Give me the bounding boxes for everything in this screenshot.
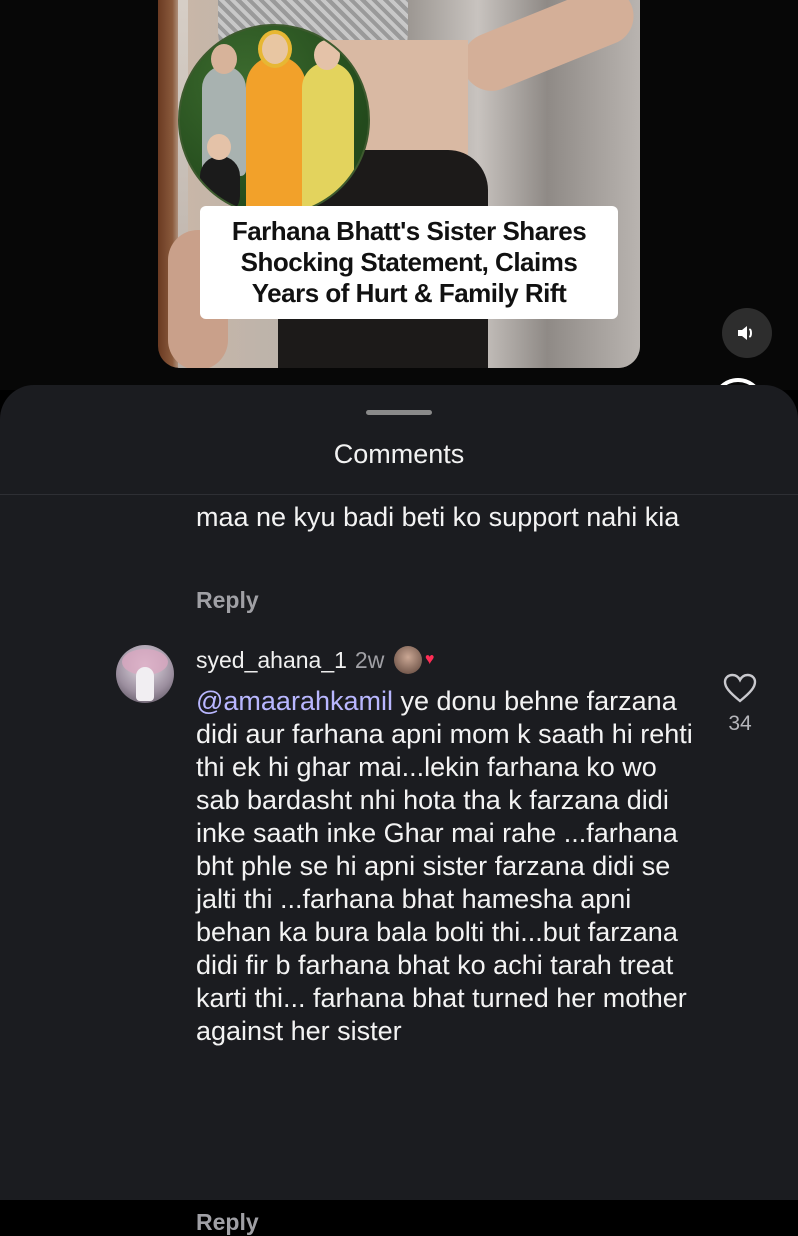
- reply-button[interactable]: Reply: [196, 587, 259, 614]
- comment-text: maa ne kyu badi beti ko support nahi kia: [196, 502, 680, 532]
- comments-sheet: Comments maa ne kyu badi beti ko support…: [0, 385, 798, 1235]
- like-control[interactable]: 34: [716, 673, 764, 736]
- mention-link[interactable]: @amaarahkamil: [196, 686, 393, 716]
- sound-toggle-button[interactable]: [722, 308, 772, 358]
- family-photo-head: [314, 40, 340, 70]
- comment-text: ye donu behne farzana didi aur farhana a…: [196, 686, 693, 1046]
- family-photo-head: [262, 34, 288, 64]
- post-thumbnail[interactable]: Farhana Bhatt's Sister Shares Shocking S…: [158, 0, 640, 368]
- heart-filled-icon: ♥: [424, 651, 435, 668]
- post-caption-overlay: Farhana Bhatt's Sister Shares Shocking S…: [200, 206, 618, 319]
- avatar[interactable]: [116, 645, 174, 703]
- family-photo-head: [211, 44, 237, 74]
- like-count: 34: [728, 712, 752, 735]
- creator-avatar: ♥: [394, 646, 434, 674]
- heart-outline-icon[interactable]: [723, 673, 757, 703]
- family-photo-inset: [178, 24, 370, 216]
- previous-comment: maa ne kyu badi beti ko support nahi kia…: [196, 497, 716, 613]
- family-photo-person: [302, 62, 354, 212]
- comment-meta: syed_ahana_1 2w ♥: [196, 643, 434, 677]
- reply-button[interactable]: Reply: [196, 1209, 259, 1236]
- avatar-figure: [136, 667, 154, 701]
- family-photo-head: [207, 134, 231, 160]
- username[interactable]: syed_ahana_1: [196, 647, 347, 674]
- sheet-title: Comments: [333, 439, 465, 469]
- comment-body: @amaarahkamil ye donu behne farzana didi…: [196, 685, 696, 1048]
- speaker-icon: [738, 326, 752, 340]
- timestamp: 2w: [354, 646, 385, 673]
- sheet-drag-handle[interactable]: [366, 410, 432, 415]
- video-area[interactable]: Farhana Bhatt's Sister Shares Shocking S…: [0, 0, 798, 408]
- family-photo-person: [246, 56, 306, 214]
- divider: [0, 494, 798, 495]
